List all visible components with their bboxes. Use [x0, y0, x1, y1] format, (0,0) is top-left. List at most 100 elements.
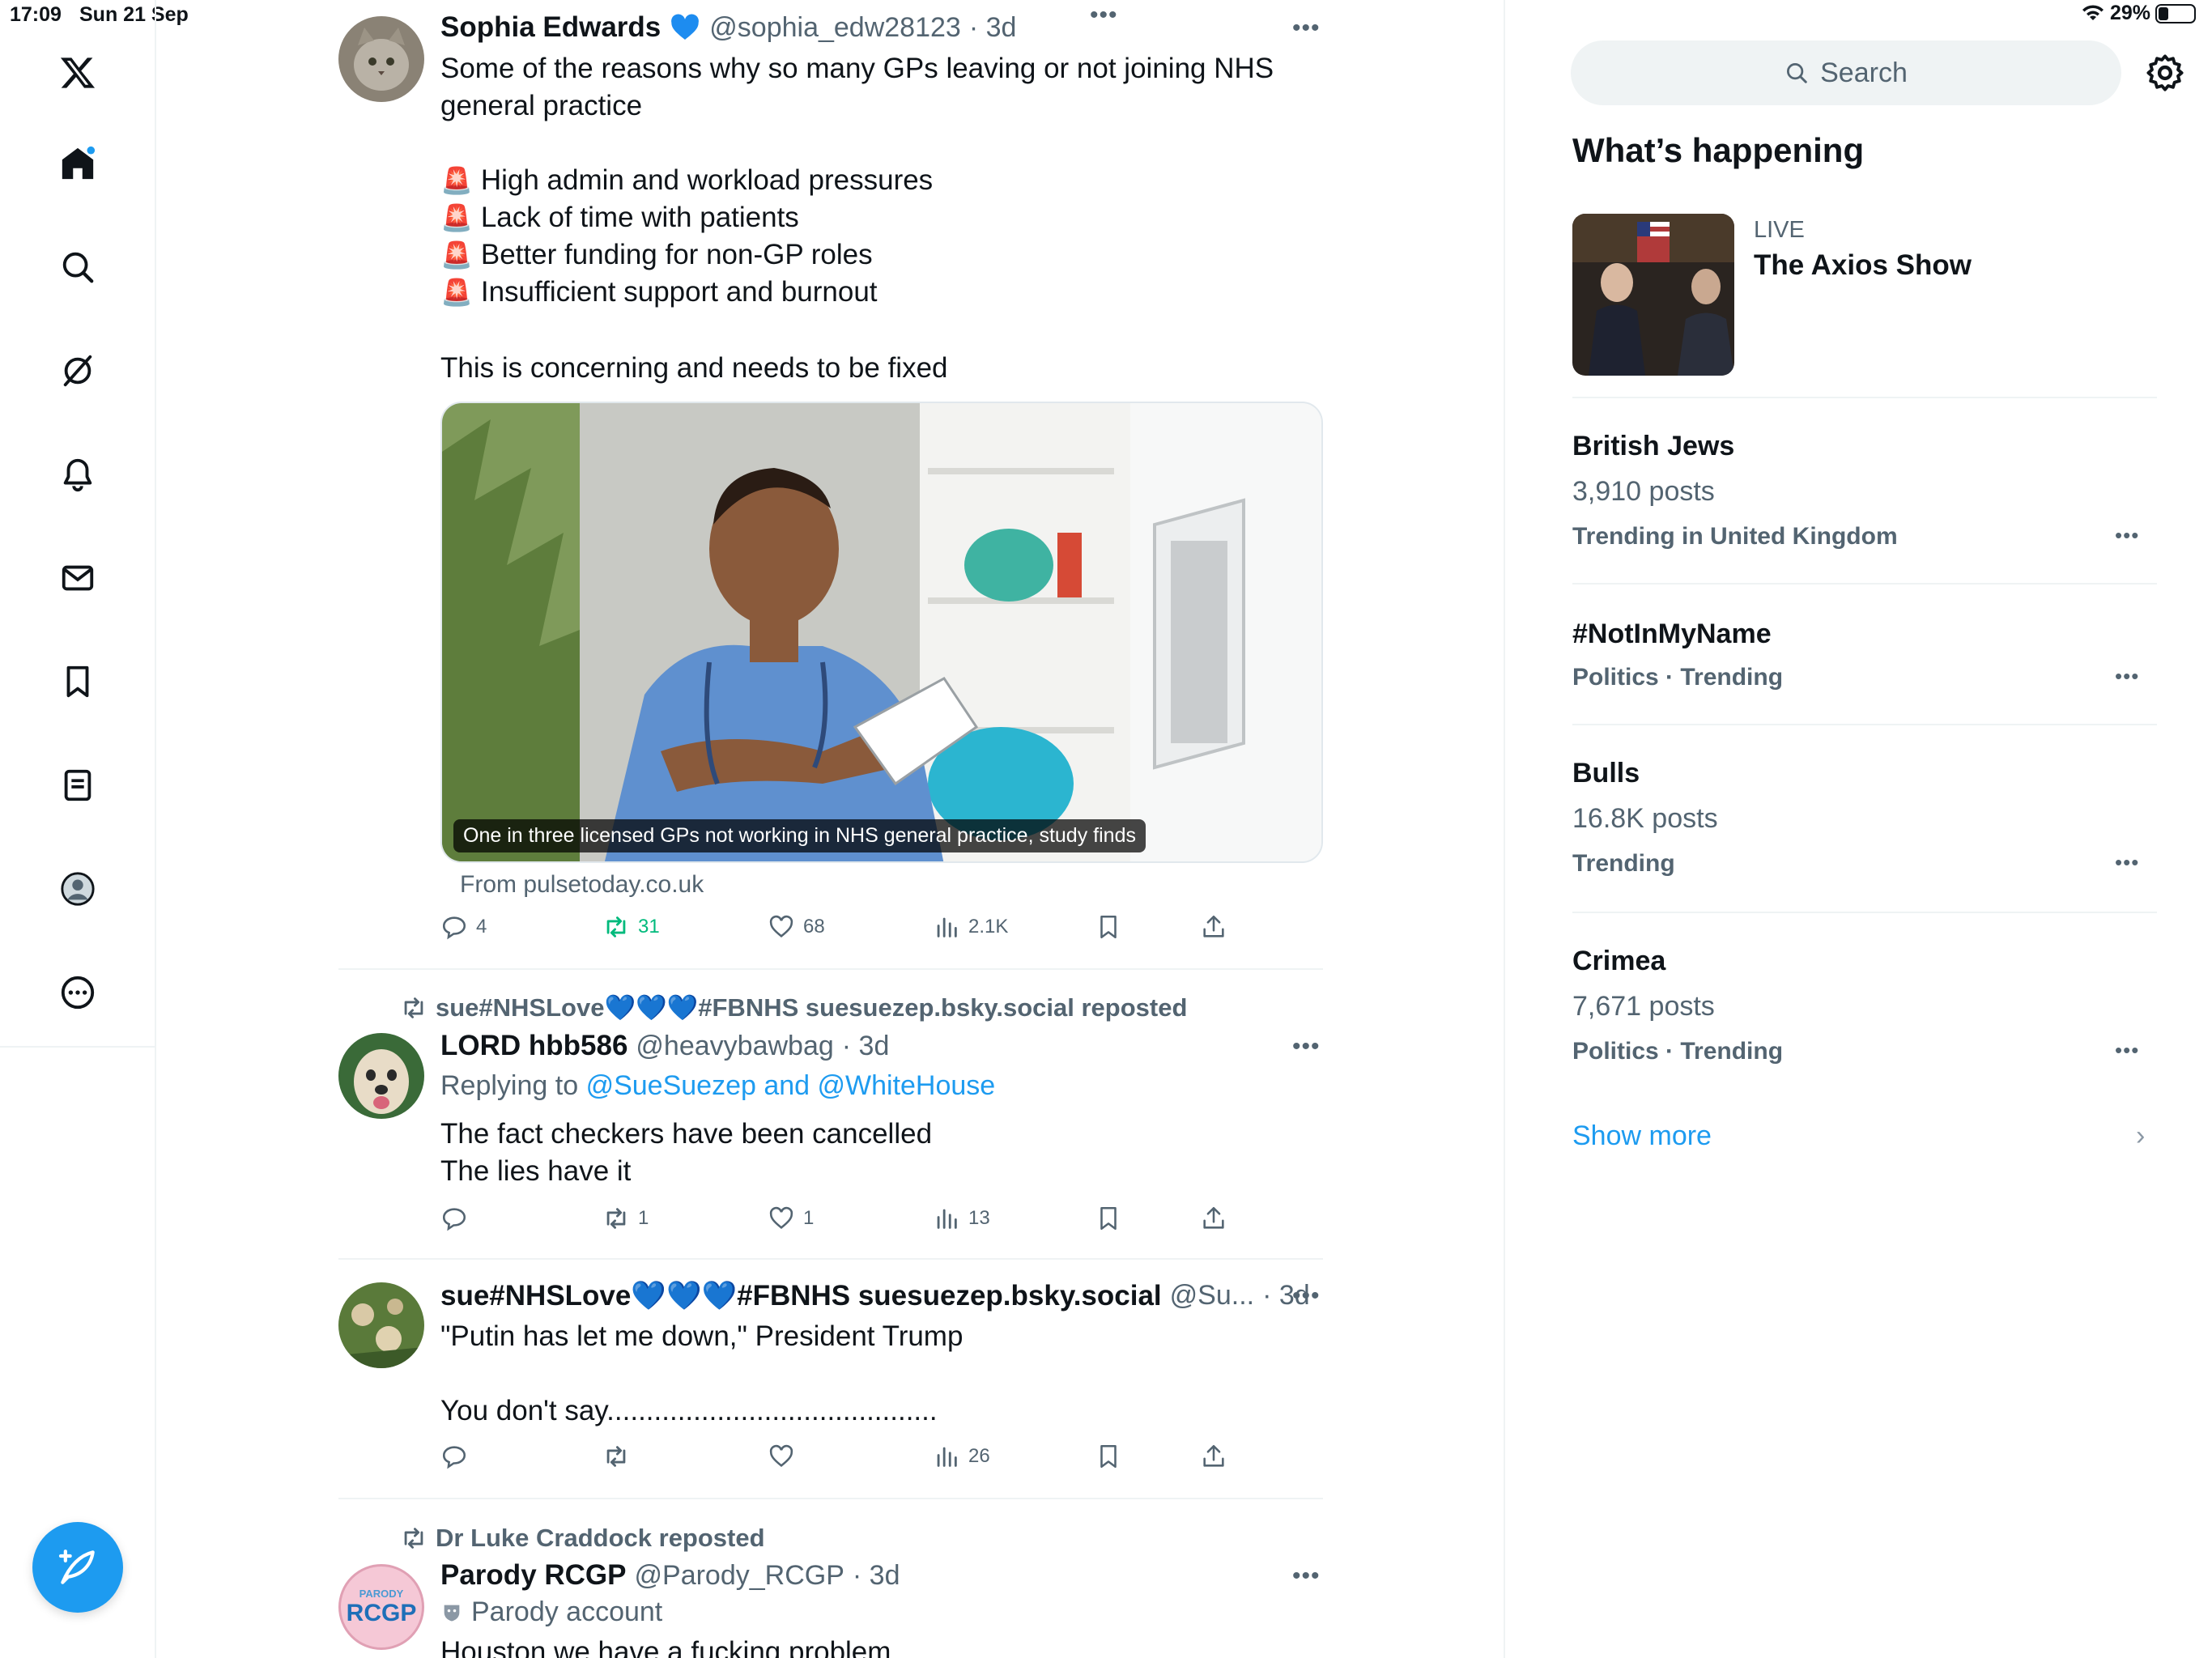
repost-button[interactable]	[602, 1443, 638, 1470]
list-item: 🚨 Insufficient support and burnout	[440, 274, 933, 311]
search-icon	[1787, 63, 1807, 83]
tweet-header: sue#NHSLove💙💙💙#FBNHS suesuezep.bsky.soci…	[440, 1279, 1310, 1312]
author-handle[interactable]: @Su...	[1170, 1280, 1254, 1312]
tweet-divider	[338, 1258, 1323, 1260]
home-icon[interactable]	[45, 131, 110, 196]
reply-icon	[442, 1446, 466, 1469]
avatar[interactable]: PARODY RCGP	[338, 1564, 424, 1650]
messages-envelope-icon[interactable]	[45, 546, 110, 610]
like-button[interactable]: 68	[768, 913, 825, 941]
link-card-title[interactable]: One in three licensed GPs not working in…	[453, 819, 1146, 852]
live-label: LIVE	[1754, 217, 1805, 243]
parody-label: Parody account	[440, 1596, 662, 1628]
battery-icon	[2155, 3, 2196, 23]
post-time[interactable]: · 3d	[853, 1560, 900, 1592]
share-button[interactable]	[1200, 913, 1227, 941]
reply-button[interactable]: 4	[440, 913, 487, 941]
grok-icon[interactable]	[45, 338, 110, 403]
heart-icon	[769, 1444, 793, 1467]
tweet-header: Parody RCGP @Parody_RCGP · 3d	[440, 1559, 900, 1592]
views-button[interactable]: 13	[933, 1205, 990, 1232]
like-button[interactable]	[768, 1443, 803, 1470]
like-button[interactable]: 1	[768, 1205, 814, 1232]
post-time[interactable]: · 3d	[969, 12, 1017, 44]
author-handle[interactable]: @sophia_edw28123	[709, 12, 961, 44]
replying-to: Replying to @SueSuezep and @WhiteHouse	[440, 1070, 996, 1101]
avatar[interactable]	[338, 1033, 424, 1119]
share-button[interactable]	[1200, 1205, 1227, 1232]
bookmark-button[interactable]	[1095, 1205, 1122, 1232]
bookmark-button[interactable]	[1095, 913, 1122, 941]
settings-gear-icon[interactable]	[2144, 52, 2186, 94]
status-indicators: 29%	[2081, 2, 2196, 25]
list-item: 🚨 Better funding for non-GP roles	[440, 236, 933, 274]
trend-more-icon[interactable]: •••	[2115, 1038, 2139, 1063]
author-name[interactable]: Sophia Edwards	[440, 11, 661, 44]
show-more-link[interactable]: Show more	[1572, 1120, 1712, 1152]
bookmark-icon	[1100, 1206, 1117, 1231]
author-name[interactable]: Parody RCGP	[440, 1559, 627, 1592]
x-logo-icon[interactable]	[45, 40, 110, 105]
trend-name[interactable]: British Jews	[1572, 431, 1734, 462]
share-icon	[1203, 915, 1224, 937]
share-button[interactable]	[1200, 1443, 1227, 1470]
author-handle[interactable]: @Parody_RCGP	[635, 1560, 844, 1592]
tweet-divider	[338, 968, 1323, 970]
author-handle[interactable]: @heavybawbag	[636, 1031, 833, 1062]
sidebar-divider	[0, 1046, 156, 1048]
trend-more-icon[interactable]: •••	[2115, 523, 2139, 548]
analytics-icon	[937, 1447, 957, 1467]
tweet-closing-text: This is concerning and needs to be fixed	[440, 352, 948, 384]
trend-name[interactable]: #NotInMyName	[1572, 619, 1772, 650]
like-count: 68	[803, 916, 825, 937]
trend-name[interactable]: Crimea	[1572, 946, 1665, 977]
live-event-thumbnail[interactable]	[1572, 214, 1734, 376]
views-button[interactable]: 26	[933, 1443, 990, 1470]
bookmarks-icon[interactable]	[45, 649, 110, 714]
compose-post-button[interactable]	[32, 1522, 123, 1613]
more-circle-icon[interactable]	[45, 960, 110, 1025]
battery-percent: 29%	[2109, 2, 2150, 24]
lists-icon[interactable]	[45, 753, 110, 818]
tweet-more-icon[interactable]: •••	[1292, 1282, 1321, 1310]
bookmark-button[interactable]	[1095, 1443, 1122, 1470]
trend-divider	[1572, 724, 2157, 725]
repost-button[interactable]: 1	[602, 1205, 649, 1232]
profile-avatar-icon[interactable]	[45, 857, 110, 921]
share-icon	[1203, 1206, 1224, 1229]
trend-name[interactable]: Bulls	[1572, 758, 1640, 789]
reply-button[interactable]	[440, 1205, 476, 1232]
reply-button[interactable]	[440, 1443, 476, 1470]
live-event-title[interactable]: The Axios Show	[1754, 249, 1972, 282]
tweet-more-icon[interactable]: •••	[1292, 1562, 1321, 1590]
tweet-text: "Putin has let me down," President Trump…	[440, 1320, 963, 1426]
author-name[interactable]: sue#NHSLove💙💙💙#FBNHS suesuezep.bsky.soci…	[440, 1279, 1162, 1312]
chevron-right-icon[interactable]: ›	[2136, 1120, 2145, 1152]
trend-more-icon[interactable]: •••	[2115, 664, 2139, 689]
trend-more-icon[interactable]: •••	[2115, 850, 2139, 875]
notifications-bell-icon[interactable]	[45, 442, 110, 507]
link-card-image[interactable]	[440, 402, 1323, 863]
tweet-header: LORD hbb586 @heavybawbag · 3d	[440, 1030, 889, 1062]
right-panel-divider	[1504, 0, 1505, 1658]
tweet-more-icon[interactable]: •••	[1292, 1033, 1321, 1061]
heart-icon	[769, 1206, 793, 1229]
repost-count: 1	[638, 1207, 649, 1229]
link-card-source[interactable]: From pulsetoday.co.uk	[460, 871, 704, 899]
tweet-bullet-list: 🚨 High admin and workload pressures 🚨 Lack…	[440, 162, 933, 311]
search-input[interactable]: Search	[1571, 40, 2121, 105]
feed-top-more-icon[interactable]: •••	[1090, 2, 1118, 29]
avatar[interactable]	[338, 16, 424, 102]
post-time[interactable]: · 3d	[842, 1031, 890, 1062]
repost-button[interactable]: 31	[602, 913, 660, 941]
replying-to-users[interactable]: @SueSuezep and @WhiteHouse	[586, 1070, 996, 1101]
avatar-rcgp-text: RCGP	[346, 1599, 417, 1626]
avatar[interactable]	[338, 1282, 424, 1368]
tweet-more-icon[interactable]: •••	[1292, 15, 1321, 42]
repost-icon	[606, 1208, 626, 1229]
reply-icon	[442, 916, 466, 940]
views-button[interactable]: 2.1K	[933, 913, 1008, 941]
author-name[interactable]: LORD hbb586	[440, 1030, 627, 1062]
search-icon[interactable]	[45, 235, 110, 300]
verified-badge-icon	[671, 14, 700, 40]
